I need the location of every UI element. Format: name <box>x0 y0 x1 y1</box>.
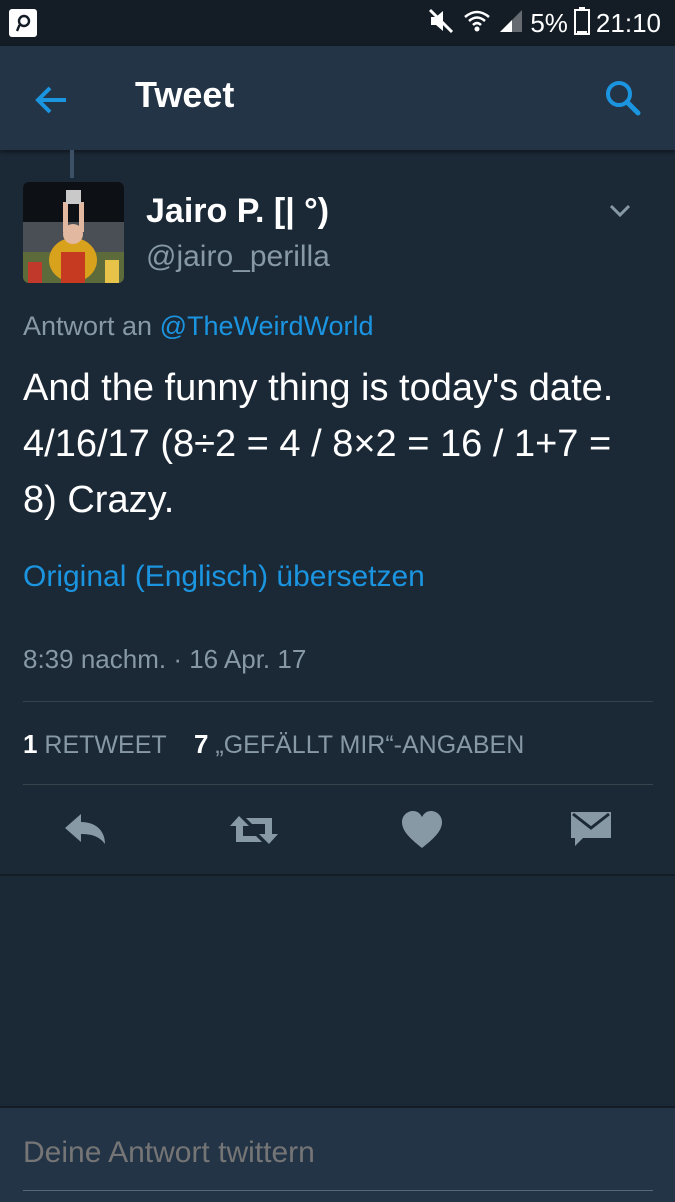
retweet-count: 1 <box>23 729 38 759</box>
app-bar: Tweet <box>0 46 675 150</box>
translate-link[interactable]: Original (Englisch) übersetzen <box>23 560 425 594</box>
tweet-text: And the funny thing is today's date. 4/1… <box>23 367 614 521</box>
like-stat[interactable]: 7 „GEFÄLLT MIR“-ANGABEN <box>193 729 525 759</box>
direct-message-button[interactable] <box>569 808 613 852</box>
battery-percent: 5% <box>530 7 568 38</box>
like-count: 7 <box>193 729 209 759</box>
author-handle[interactable]: @jairo_perilla <box>146 240 330 274</box>
mute-icon <box>426 6 456 41</box>
divider <box>23 701 653 702</box>
reply-icon <box>65 814 105 844</box>
thread-connector <box>70 150 74 178</box>
wifi-icon <box>462 6 492 41</box>
tweet-menu-button[interactable] <box>600 196 640 226</box>
signal-icon <box>498 8 524 39</box>
battery-icon <box>573 6 590 40</box>
back-button[interactable] <box>30 78 74 122</box>
author-name[interactable]: Jairo P. [| °) <box>146 192 329 231</box>
reply-mention-link[interactable]: @TheWeirdWorld <box>160 311 374 341</box>
page-title: Tweet <box>135 74 235 115</box>
reply-input[interactable] <box>23 1136 653 1170</box>
retweet-stat[interactable]: 1 RETWEET <box>23 729 167 759</box>
app-icon <box>9 9 37 37</box>
input-underline <box>23 1190 653 1191</box>
direct-message-icon <box>571 812 611 846</box>
status-bar: 5% 21:10 <box>0 0 675 46</box>
reply-compose-bar <box>0 1106 675 1202</box>
section-separator <box>0 874 675 876</box>
reply-context: Antwort an @TheWeirdWorld <box>23 311 374 342</box>
clock: 21:10 <box>595 7 661 38</box>
retweet-label: RETWEET <box>44 731 167 759</box>
divider <box>23 784 653 785</box>
tweet-stats: 1 RETWEET 7 „GEFÄLLT MIR“-ANGABEN <box>23 729 524 760</box>
like-button[interactable] <box>400 808 448 852</box>
back-arrow-icon <box>35 86 66 114</box>
tweet-timestamp: 8:39 nachm. · 16 Apr. 17 <box>23 644 307 674</box>
avatar[interactable] <box>23 182 124 283</box>
reply-prefix: Antwort an <box>23 311 153 341</box>
search-button[interactable] <box>601 76 645 120</box>
retweet-button[interactable] <box>228 808 280 852</box>
like-label: „GEFÄLLT MIR“-ANGABEN <box>215 731 525 759</box>
action-bar <box>0 786 675 874</box>
chevron-down-icon <box>609 204 631 218</box>
reply-button[interactable] <box>61 808 109 852</box>
like-icon <box>402 811 442 848</box>
retweet-icon <box>230 816 278 844</box>
search-icon <box>606 81 641 116</box>
